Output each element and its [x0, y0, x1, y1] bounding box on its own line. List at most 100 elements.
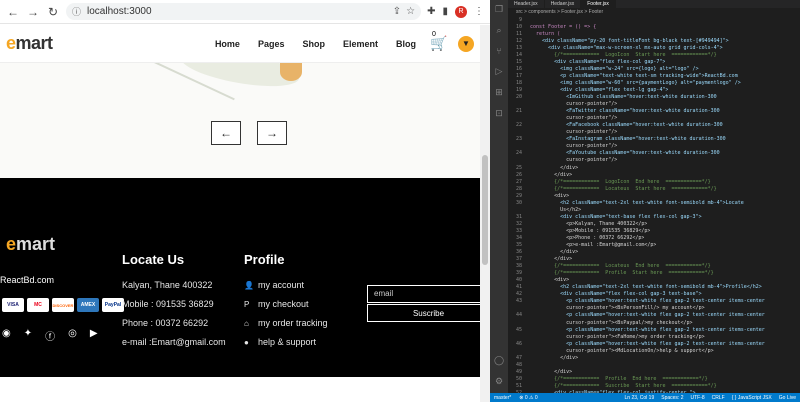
code-line[interactable]: cursor-pointer"><BsPaypal/>my checkout</…	[508, 319, 800, 326]
code-line[interactable]: 25 </div>	[508, 164, 800, 171]
forward-icon[interactable]: →	[26, 5, 40, 19]
code-line[interactable]: 38 {/*============ Locateus End here ===…	[508, 263, 800, 270]
instagram-icon[interactable]: ◎	[68, 328, 77, 343]
code-line[interactable]: 32 <p>Kalyan, Thane 400322</p>	[508, 220, 800, 227]
subscribe-button[interactable]: Suscribe	[367, 304, 490, 322]
nav-home[interactable]: Home	[215, 39, 240, 49]
code-editor[interactable]: 9 10 const Footer = () => {11 return (12 <…	[508, 16, 800, 393]
code-line[interactable]: 26 </div>	[508, 171, 800, 178]
bookmark-star-icon[interactable]: ☆	[406, 6, 415, 17]
code-line[interactable]: 50 {/*============ Profile End here ====…	[508, 375, 800, 382]
code-line[interactable]: 34 <p>Phone : 00372 66292</p>	[508, 234, 800, 241]
nav-blog[interactable]: Blog	[396, 39, 416, 49]
share-icon[interactable]: ⇪	[393, 6, 401, 17]
nav-element[interactable]: Element	[343, 39, 378, 49]
remote-icon[interactable]: ⊡	[495, 108, 503, 119]
status-eol[interactable]: CRLF	[712, 395, 725, 401]
code-line[interactable]: 35 <p>e-mail :Emart@gmail.com</p>	[508, 242, 800, 249]
profile-avatar[interactable]: R	[455, 5, 467, 18]
code-line[interactable]: 46 <p className="hover:text-white flex g…	[508, 340, 800, 347]
code-line[interactable]: cursor-pointer"/>	[508, 143, 800, 150]
code-line[interactable]: 27 {/*============ LogoIcon End here ===…	[508, 178, 800, 185]
user-icon[interactable]: ▼	[458, 35, 474, 52]
code-line[interactable]: 44 <p className="hover:text-white flex g…	[508, 312, 800, 319]
code-line[interactable]: 51 {/*============ Suscribe Start here =…	[508, 382, 800, 389]
code-line[interactable]: 48	[508, 361, 800, 368]
code-line[interactable]: cursor-pointer"><MdLocationOn/>help & su…	[508, 347, 800, 354]
cart-button[interactable]: 🛒 0	[430, 31, 448, 53]
code-line[interactable]: 15 <div className="flex flex-col gap-7">	[508, 58, 800, 65]
code-line[interactable]: 11 return (	[508, 30, 800, 37]
code-line[interactable]: 9	[508, 16, 800, 23]
code-line[interactable]: 40 <div>	[508, 277, 800, 284]
run-debug-icon[interactable]: ▷	[496, 66, 503, 77]
code-line[interactable]: 10 const Footer = () => {	[508, 23, 800, 30]
status-position[interactable]: Ln 23, Col 19	[625, 395, 655, 401]
tab-hedaer[interactable]: Hedaer.jsx	[545, 0, 582, 8]
slider-prev-button[interactable]: ←	[211, 121, 241, 145]
facebook-icon[interactable]: ⓕ	[45, 328, 55, 343]
status-problems[interactable]: ⊗ 0 ⚠ 0	[519, 395, 537, 401]
code-line[interactable]: 47 </div>	[508, 354, 800, 361]
code-line[interactable]: 17 <p className="text-white text-sm trac…	[508, 72, 800, 79]
youtube-icon[interactable]: ▶	[90, 328, 98, 343]
status-encoding[interactable]: UTF-8	[691, 395, 705, 401]
status-spaces[interactable]: Spaces: 2	[661, 395, 683, 401]
page-scrollbar[interactable]	[480, 25, 490, 402]
code-line[interactable]: 49 </div>	[508, 368, 800, 375]
status-branch[interactable]: master*	[494, 395, 511, 401]
tab-footer[interactable]: Footer.jsx	[581, 0, 616, 8]
profile-my-account[interactable]: 👤 my account	[244, 276, 328, 295]
code-line[interactable]: 28 {/*============ Locateus Start here =…	[508, 185, 800, 192]
code-line[interactable]: 43 <p className="hover:text-white flex g…	[508, 298, 800, 305]
code-line[interactable]: 31 <div className="text-base flex flex-c…	[508, 213, 800, 220]
code-line[interactable]: 33 <p>Mobile : 091535 36829</p>	[508, 227, 800, 234]
code-line[interactable]: 19 <div className="flex text-lg gap-4">	[508, 86, 800, 93]
code-line[interactable]: 29 <div>	[508, 192, 800, 199]
profile-order-tracking[interactable]: ⌂ my order tracking	[244, 314, 328, 333]
reload-icon[interactable]: ↻	[46, 5, 60, 19]
code-line[interactable]: cursor-pointer"/>	[508, 129, 800, 136]
code-line[interactable]: cursor-pointer"/>	[508, 115, 800, 122]
menu-kebab-icon[interactable]: ⋮	[474, 6, 484, 17]
site-logo[interactable]: emart	[6, 33, 53, 54]
source-control-icon[interactable]: ⑂	[496, 46, 501, 56]
profile-my-checkout[interactable]: Pmy checkout	[244, 295, 328, 314]
code-line[interactable]: 21 <FaTwitter className="hover:text-whit…	[508, 108, 800, 115]
twitter-icon[interactable]: ✦	[24, 328, 32, 343]
account-icon[interactable]: ◯	[494, 355, 504, 366]
status-language[interactable]: { } JavaScript JSX	[732, 395, 772, 401]
code-line[interactable]: 12 <div className="py-20 font-titleFont …	[508, 37, 800, 44]
profile-help-support[interactable]: ● help & support	[244, 333, 328, 352]
code-line[interactable]: 13 <div className="max-w-screen-xl mx-au…	[508, 44, 800, 51]
code-line[interactable]: cursor-pointer"/>	[508, 101, 800, 108]
status-go-live[interactable]: Go Live	[779, 395, 796, 401]
slider-next-button[interactable]: →	[257, 121, 287, 145]
code-line[interactable]: 22 <FaFacebook className="hover:text-whi…	[508, 122, 800, 129]
nav-shop[interactable]: Shop	[302, 39, 325, 49]
code-line[interactable]: 41 <h2 className="text-2xl text-white fo…	[508, 284, 800, 291]
scrollbar-thumb[interactable]	[482, 155, 488, 265]
email-input[interactable]	[367, 284, 490, 303]
code-line[interactable]: cursor-pointer"><BsPersonFill/> my accou…	[508, 305, 800, 312]
extensions-icon[interactable]: ✚	[427, 6, 435, 17]
code-line[interactable]: 14 {/*============ LogoIcon Start here =…	[508, 51, 800, 58]
code-line[interactable]: 16 <img className="w-24" src={logo} alt=…	[508, 65, 800, 72]
code-line[interactable]: cursor-pointer"/>	[508, 157, 800, 164]
code-line[interactable]: 45 <p className="hover:text-white flex g…	[508, 326, 800, 333]
code-line[interactable]: 30 <h2 className="text-2xl text-white fo…	[508, 199, 800, 206]
code-line[interactable]: 20 <ImGithub className="hover:text-white…	[508, 94, 800, 101]
code-line[interactable]: 24 <FaYoutube className="hover:text-whit…	[508, 150, 800, 157]
code-line[interactable]: 39 {/*============ Profile Start here ==…	[508, 270, 800, 277]
code-line[interactable]: 37 </div>	[508, 256, 800, 263]
address-bar[interactable]: ⓘ localhost:3000 ⇪ ☆	[66, 3, 422, 20]
code-line[interactable]: Us</h2>	[508, 206, 800, 213]
extensions-view-icon[interactable]: ⊞	[495, 87, 503, 98]
explorer-icon[interactable]: ❐	[495, 4, 503, 15]
side-panel-icon[interactable]: ▮	[442, 6, 448, 17]
nav-pages[interactable]: Pages	[258, 39, 285, 49]
github-icon[interactable]: ◉	[2, 328, 11, 343]
code-line[interactable]: 36 </div>	[508, 249, 800, 256]
breadcrumb[interactable]: src > components > Footer.jsx > Footer	[508, 8, 800, 16]
code-line[interactable]: 23 <FaInstagram className="hover:text-wh…	[508, 136, 800, 143]
